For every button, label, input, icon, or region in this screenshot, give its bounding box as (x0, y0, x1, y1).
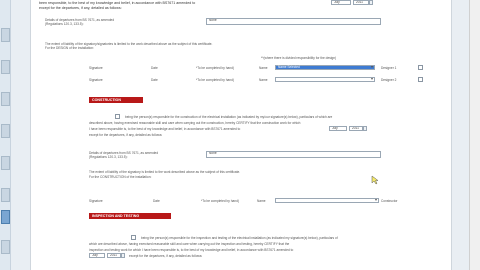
date-label: Date (153, 199, 160, 203)
constructor-name-select[interactable] (275, 198, 379, 203)
inspection-text: being the person(s) responsible for the … (141, 236, 338, 240)
construction-checkbox[interactable] (115, 114, 120, 119)
panel-tab[interactable] (1, 92, 10, 106)
construction-heading: CONSTRUCTION (89, 97, 143, 103)
panel-tab[interactable] (1, 28, 10, 42)
inspection-checkbox[interactable] (131, 235, 136, 240)
certificate-document: been responsible, to the best of my know… (30, 0, 452, 270)
year-spinner[interactable] (369, 0, 373, 5)
designer2-checkbox[interactable] (418, 77, 423, 82)
name-label: Name (259, 78, 268, 82)
designer2-name-select[interactable] (275, 77, 375, 82)
designer1-name-select[interactable]: Name Selected (275, 65, 375, 70)
divided-responsibility-note: **(where there is divided responsibility… (261, 56, 337, 60)
panel-tab[interactable] (1, 188, 10, 202)
construction-text: being the person(s) responsible for the … (125, 115, 333, 119)
panel-tab[interactable] (1, 156, 10, 170)
departures-label-regs: (Regulations 120.3, 133.5): (89, 155, 128, 159)
inspection-year-field[interactable]: 2011 (107, 253, 121, 258)
left-panel-strip (0, 0, 11, 270)
inspection-month-field[interactable]: July (89, 253, 105, 258)
signature-label: Signature (89, 199, 103, 203)
completed-by-hand-note: *To be completed by hand) (196, 78, 234, 82)
date-label: Date (151, 78, 158, 82)
top-text-line: been responsible, to the best of my know… (39, 1, 196, 5)
construction-departures-field[interactable]: None (206, 151, 381, 158)
mouse-cursor-icon (371, 175, 379, 185)
signature-label: Signature (89, 66, 103, 70)
name-label: Name (257, 199, 266, 203)
inspection-text: inspection and testing work for which I … (89, 248, 294, 252)
designer1-checkbox[interactable] (418, 65, 423, 70)
year-spinner[interactable] (121, 253, 125, 258)
inspection-text: which are described above, having exerci… (89, 242, 290, 246)
vertical-scrollbar[interactable] (469, 0, 480, 270)
panel-tab[interactable] (1, 124, 10, 138)
construction-year-field[interactable]: 2011 (349, 126, 363, 131)
construction-text: described above, having exercised reason… (89, 121, 301, 125)
departures-label-regs: (Regulations 120.3, 133.5): (45, 22, 84, 26)
inspection-text: except for the departures, if any, detai… (129, 254, 203, 258)
construction-text: I have been responsible is, to the best … (89, 127, 241, 131)
liability-construction-text: For the CONSTRUCTION of the installation… (89, 175, 152, 179)
panel-tab[interactable] (1, 240, 10, 254)
departures-field[interactable]: None (206, 18, 381, 25)
completed-by-hand-note: *To be completed by hand) (201, 199, 239, 203)
name-label: Name (259, 66, 268, 70)
liability-design-text: For the DESIGN of the installation: (45, 46, 94, 50)
constructor-role: Constructor (381, 199, 398, 203)
signature-label: Signature (89, 78, 103, 82)
liability-text: The extent of liability of the signatory… (89, 170, 241, 174)
designer1-role: Designer 1 (381, 66, 397, 70)
panel-tab-active[interactable] (1, 210, 10, 224)
construction-text: except for the departures, if any, detai… (89, 133, 163, 137)
amended-month-field[interactable]: July (331, 0, 351, 5)
top-text-line: except for the departures, if any, detai… (39, 6, 122, 10)
completed-by-hand-note: *To be completed by hand) (196, 66, 234, 70)
construction-month-field[interactable]: July (329, 126, 347, 131)
inspection-testing-heading: INSPECTION AND TESTING (89, 213, 171, 219)
date-label: Date (151, 66, 158, 70)
year-spinner[interactable] (363, 126, 367, 131)
amended-year-field[interactable]: 2011 (353, 0, 369, 5)
designer2-role: Designer 2 (381, 78, 397, 82)
panel-tab[interactable] (1, 60, 10, 74)
